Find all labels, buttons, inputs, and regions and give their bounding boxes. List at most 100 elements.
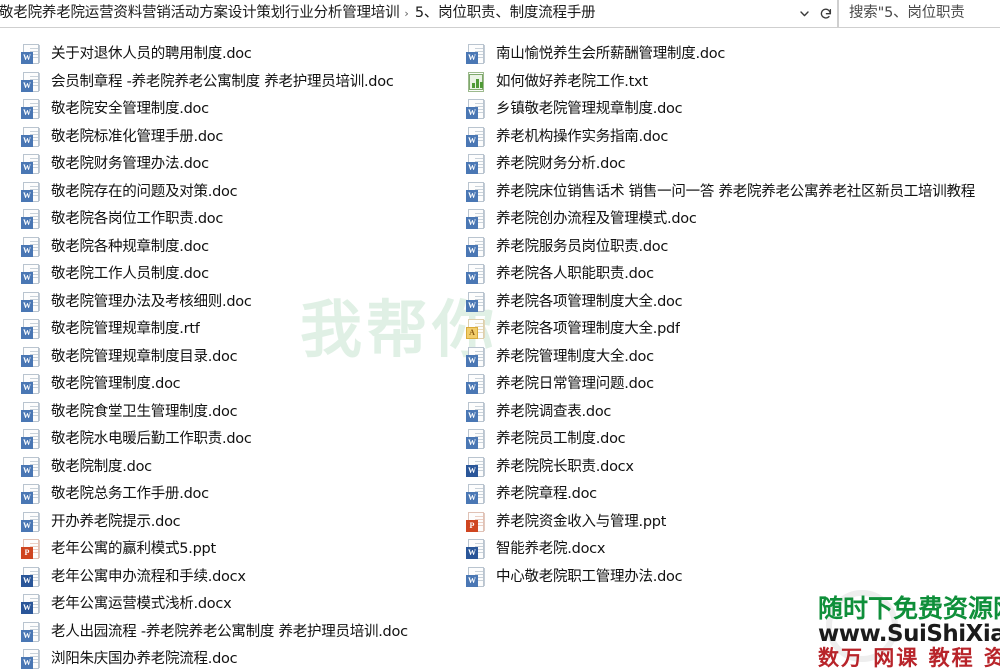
file-list-item[interactable]: W 养老院床位销售话术 销售一问一答 养老院养老公寓养老社区新员工培训教程 bbox=[455, 179, 1000, 207]
ppt-file-icon: P bbox=[465, 511, 487, 533]
file-list-item[interactable]: W 敬老院食堂卫生管理制度.doc bbox=[0, 399, 455, 427]
file-list-area[interactable]: 我帮你 W 关于对退休人员的聘用制度.doc W 会员制章程 -养老院养老公寓制度 养… bbox=[0, 29, 1000, 671]
file-list-item[interactable]: W 南山愉悦养生会所薪酬管理制度.doc bbox=[455, 41, 1000, 69]
doc-file-icon: W bbox=[20, 511, 42, 533]
file-name-label: 敬老院存在的问题及对策.doc bbox=[51, 183, 238, 200]
file-list-item[interactable]: P 老年公寓的赢利模式5.ppt bbox=[0, 536, 455, 564]
file-list-item[interactable]: W 乡镇敬老院管理规章制度.doc bbox=[455, 96, 1000, 124]
file-name-label: 养老院财务分析.doc bbox=[496, 156, 626, 173]
doc-file-icon: W bbox=[465, 291, 487, 313]
file-name-label: 智能养老院.docx bbox=[496, 541, 606, 558]
file-column-right: W 南山愉悦养生会所薪酬管理制度.doc 如何做好养老院工作.txt W 乡镇敬老院管理… bbox=[455, 29, 1000, 591]
refresh-icon[interactable] bbox=[815, 1, 837, 27]
doc-file-icon: W bbox=[465, 346, 487, 368]
file-list-item[interactable]: W 敬老院管理规章制度.rtf bbox=[0, 316, 455, 344]
breadcrumb-item-parent[interactable]: 敬老院养老院运营资料营销活动方案设计策划行业分析管理培训 bbox=[0, 0, 400, 27]
doc-file-icon: W bbox=[20, 484, 42, 505]
file-list-item[interactable]: W 敬老院水电暖后勤工作职责.doc bbox=[0, 426, 455, 454]
file-list-item[interactable]: W 养老院创办流程及管理模式.doc bbox=[455, 206, 1000, 234]
search-placeholder: 搜索"5、岗位职责 bbox=[849, 5, 965, 21]
file-name-label: 敬老院食堂卫生管理制度.doc bbox=[51, 403, 238, 420]
file-list-item[interactable]: W 养老院财务分析.doc bbox=[455, 151, 1000, 179]
address-bar[interactable]: 敬老院养老院运营资料营销活动方案设计策划行业分析管理培训 › 5、岗位职责、制度… bbox=[0, 0, 838, 28]
file-list-item[interactable]: W 关于对退休人员的聘用制度.doc bbox=[0, 41, 455, 69]
docx-file-icon: W bbox=[465, 456, 487, 478]
file-list-item[interactable]: W 养老院日常管理问题.doc bbox=[455, 371, 1000, 399]
doc-file-icon: W bbox=[465, 126, 487, 148]
chevron-down-icon[interactable] bbox=[793, 1, 815, 27]
doc-file-icon: W bbox=[20, 401, 42, 423]
file-list-item[interactable]: W 智能养老院.docx bbox=[455, 536, 1000, 564]
file-list-item[interactable]: W 养老院各项管理制度大全.doc bbox=[455, 289, 1000, 317]
doc-file-icon: W bbox=[465, 374, 487, 395]
file-list-item[interactable]: W 敬老院管理制度.doc bbox=[0, 371, 455, 399]
file-name-label: 养老院管理制度大全.doc bbox=[496, 348, 654, 365]
doc-file-icon: W bbox=[20, 374, 42, 395]
file-list-item[interactable]: 如何做好养老院工作.txt bbox=[455, 69, 1000, 97]
file-list-item[interactable]: A 养老院各项管理制度大全.pdf bbox=[455, 316, 1000, 344]
file-list-item[interactable]: W 老年公寓申办流程和手续.docx bbox=[0, 564, 455, 592]
file-list-item[interactable]: W 养老院各人职能职责.doc bbox=[455, 261, 1000, 289]
doc-file-icon: W bbox=[20, 264, 42, 285]
file-list-item[interactable]: W 老年公寓运营模式浅析.docx bbox=[0, 591, 455, 619]
file-name-label: 养老院资金收入与管理.ppt bbox=[496, 513, 667, 530]
docx-file-icon: W bbox=[20, 594, 42, 615]
breadcrumb-item-current[interactable]: 5、岗位职责、制度流程手册 bbox=[414, 0, 597, 27]
doc-file-icon: W bbox=[20, 621, 42, 643]
file-name-label: 养老院各人职能职责.doc bbox=[496, 266, 654, 283]
file-list-item[interactable]: W 敬老院总务工作手册.doc bbox=[0, 481, 455, 509]
file-list-item[interactable]: W 养老院调查表.doc bbox=[455, 399, 1000, 427]
file-name-label: 养老院各项管理制度大全.doc bbox=[496, 293, 683, 310]
file-list-item[interactable]: W 养老院章程.doc bbox=[455, 481, 1000, 509]
file-list-item[interactable]: W 敬老院财务管理办法.doc bbox=[0, 151, 455, 179]
file-name-label: 如何做好养老院工作.txt bbox=[496, 73, 648, 90]
doc-file-icon: W bbox=[465, 154, 487, 175]
file-list-item[interactable]: P 养老院资金收入与管理.ppt bbox=[455, 509, 1000, 537]
file-name-label: 敬老院水电暖后勤工作职责.doc bbox=[51, 431, 252, 448]
file-name-label: 养老院院长职责.docx bbox=[496, 458, 634, 475]
file-list-item[interactable]: W 敬老院标准化管理手册.doc bbox=[0, 124, 455, 152]
search-input[interactable]: 搜索"5、岗位职责 bbox=[838, 0, 1000, 28]
doc-file-icon: W bbox=[465, 401, 487, 423]
file-name-label: 养老院员工制度.doc bbox=[496, 431, 626, 448]
file-list-item[interactable]: W 中心敬老院职工管理办法.doc bbox=[455, 564, 1000, 592]
file-list-item[interactable]: W 养老院服务员岗位职责.doc bbox=[455, 234, 1000, 262]
doc-file-icon: W bbox=[465, 484, 487, 505]
file-list-item[interactable]: W 敬老院制度.doc bbox=[0, 454, 455, 482]
file-name-label: 养老院各项管理制度大全.pdf bbox=[496, 321, 680, 338]
file-name-label: 敬老院管理规章制度.rtf bbox=[51, 321, 200, 338]
file-list-item[interactable]: W 敬老院存在的问题及对策.doc bbox=[0, 179, 455, 207]
file-name-label: 养老机构操作实务指南.doc bbox=[496, 128, 669, 145]
doc-file-icon: W bbox=[465, 209, 487, 230]
file-list-item[interactable]: W 开办养老院提示.doc bbox=[0, 509, 455, 537]
file-list-item[interactable]: W 养老机构操作实务指南.doc bbox=[455, 124, 1000, 152]
breadcrumb[interactable]: 敬老院养老院运营资料营销活动方案设计策划行业分析管理培训 › 5、岗位职责、制度… bbox=[0, 0, 793, 27]
doc-file-icon: W bbox=[465, 566, 487, 588]
file-list-item[interactable]: W 老人出园流程 -养老院养老公寓制度 养老护理员培训.doc bbox=[0, 619, 455, 647]
explorer-toolbar: 敬老院养老院运营资料营销活动方案设计策划行业分析管理培训 › 5、岗位职责、制度… bbox=[0, 0, 1000, 28]
file-list-item[interactable]: W 敬老院安全管理制度.doc bbox=[0, 96, 455, 124]
file-name-label: 老人出园流程 -养老院养老公寓制度 养老护理员培训.doc bbox=[51, 623, 408, 640]
txt-file-icon bbox=[465, 71, 487, 93]
file-list-item[interactable]: W 敬老院各种规章制度.doc bbox=[0, 234, 455, 262]
file-list-item[interactable]: W 浏阳朱庆国办养老院流程.doc bbox=[0, 646, 455, 671]
file-list-item[interactable]: W 敬老院工作人员制度.doc bbox=[0, 261, 455, 289]
breadcrumb-separator-icon: › bbox=[404, 7, 409, 20]
file-list-item[interactable]: W 养老院员工制度.doc bbox=[455, 426, 1000, 454]
file-name-label: 老年公寓运营模式浅析.docx bbox=[51, 596, 232, 613]
file-columns: W 关于对退休人员的聘用制度.doc W 会员制章程 -养老院养老公寓制度 养老护理员… bbox=[0, 29, 1000, 671]
file-name-label: 养老院章程.doc bbox=[496, 486, 597, 503]
doc-file-icon: W bbox=[20, 209, 42, 230]
file-name-label: 乡镇敬老院管理规章制度.doc bbox=[496, 101, 683, 118]
file-list-item[interactable]: W 养老院院长职责.docx bbox=[455, 454, 1000, 482]
file-list-item[interactable]: W 敬老院各岗位工作职责.doc bbox=[0, 206, 455, 234]
file-name-label: 养老院日常管理问题.doc bbox=[496, 376, 654, 393]
doc-file-icon: W bbox=[20, 126, 42, 148]
file-name-label: 敬老院管理制度.doc bbox=[51, 376, 181, 393]
file-list-item[interactable]: W 养老院管理制度大全.doc bbox=[455, 344, 1000, 372]
file-name-label: 中心敬老院职工管理办法.doc bbox=[496, 568, 683, 585]
file-list-item[interactable]: W 敬老院管理规章制度目录.doc bbox=[0, 344, 455, 372]
docx-file-icon: W bbox=[20, 566, 42, 588]
file-list-item[interactable]: W 敬老院管理办法及考核细则.doc bbox=[0, 289, 455, 317]
file-list-item[interactable]: W 会员制章程 -养老院养老公寓制度 养老护理员培训.doc bbox=[0, 69, 455, 97]
